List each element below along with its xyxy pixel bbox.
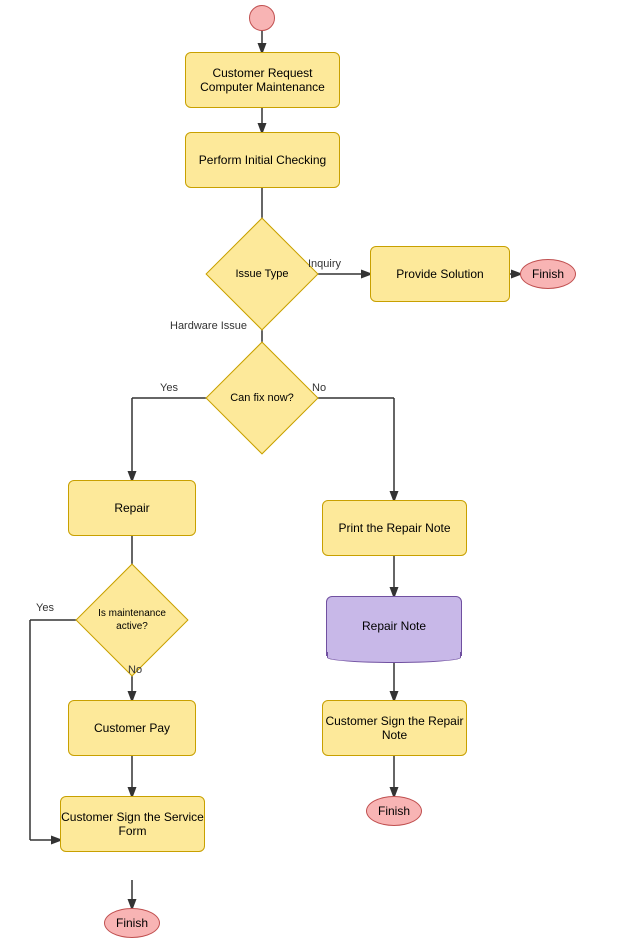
- perform-checking-label: Perform Initial Checking: [199, 153, 326, 167]
- finish1-label: Finish: [532, 267, 564, 281]
- finish1-node: Finish: [520, 259, 576, 289]
- customer-pay-node: Customer Pay: [68, 700, 196, 756]
- inquiry-label: Inquiry: [308, 258, 341, 270]
- issue-type-label: Issue Type: [222, 234, 302, 314]
- customer-sign-repair-label: Customer Sign the Repair Note: [323, 714, 466, 742]
- print-repair-label: Print the Repair Note: [338, 521, 450, 535]
- repair-node: Repair: [68, 480, 196, 536]
- provide-solution-label: Provide Solution: [396, 267, 483, 281]
- customer-request-label: Customer Request Computer Maintenance: [186, 66, 339, 94]
- repair-note-label: Repair Note: [362, 619, 426, 633]
- flowchart: Customer Request Computer Maintenance Pe…: [0, 0, 636, 950]
- can-fix-label: Can fix now?: [222, 358, 302, 438]
- finish3-label: Finish: [116, 916, 148, 930]
- finish2-label: Finish: [378, 804, 410, 818]
- no2-label: No: [128, 664, 142, 676]
- is-maintenance-node: Is maintenance active?: [92, 580, 172, 660]
- start-oval: [249, 5, 275, 31]
- perform-checking-node: Perform Initial Checking: [185, 132, 340, 188]
- customer-sign-service-label: Customer Sign the Service Form: [61, 810, 204, 838]
- print-repair-node: Print the Repair Note: [322, 500, 467, 556]
- customer-sign-service-node: Customer Sign the Service Form: [60, 796, 205, 852]
- provide-solution-node: Provide Solution: [370, 246, 510, 302]
- finish3-node: Finish: [104, 908, 160, 938]
- finish2-node: Finish: [366, 796, 422, 826]
- repair-label: Repair: [114, 501, 149, 515]
- hardware-issue-label: Hardware Issue: [170, 320, 247, 332]
- no1-label: No: [312, 382, 326, 394]
- customer-request-node: Customer Request Computer Maintenance: [185, 52, 340, 108]
- customer-pay-label: Customer Pay: [94, 721, 170, 735]
- start-node: [249, 5, 275, 31]
- is-maintenance-label: Is maintenance active?: [92, 580, 172, 660]
- yes1-label: Yes: [160, 382, 178, 394]
- issue-type-node: Issue Type: [222, 234, 302, 314]
- customer-sign-repair-node: Customer Sign the Repair Note: [322, 700, 467, 756]
- can-fix-node: Can fix now?: [222, 358, 302, 438]
- yes2-label: Yes: [36, 602, 54, 614]
- repair-note-node: Repair Note: [326, 596, 462, 656]
